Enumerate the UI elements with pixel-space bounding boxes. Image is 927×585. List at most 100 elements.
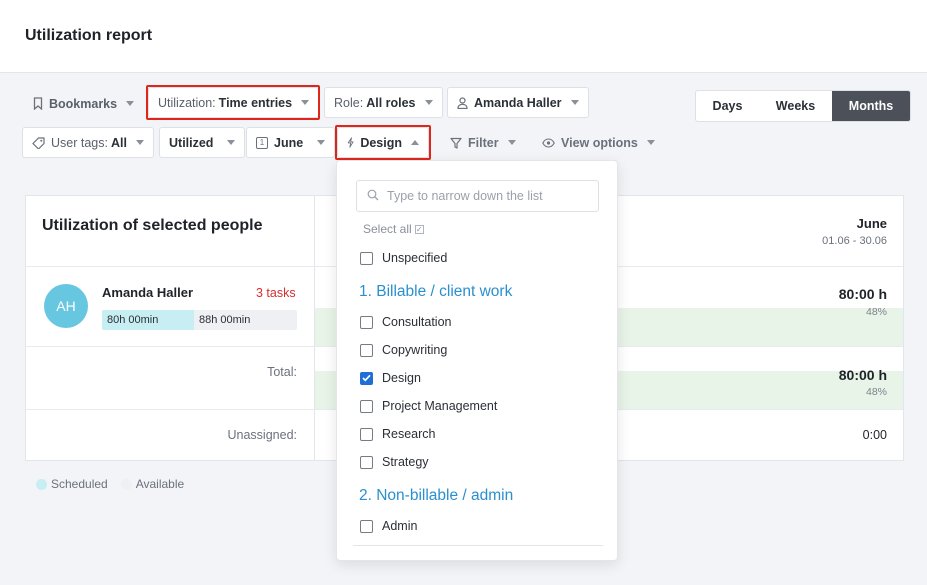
scheduled-dot-icon: [36, 478, 47, 490]
eye-icon: [542, 137, 555, 148]
page-title: Utilization report: [25, 27, 153, 44]
available-dot-icon: [120, 478, 132, 490]
person-percent: 48%: [865, 306, 887, 318]
search-field[interactable]: [356, 180, 599, 212]
checkbox[interactable]: [360, 371, 373, 385]
range-days-button[interactable]: Days: [696, 91, 759, 121]
option-copywriting[interactable]: Copywriting: [360, 343, 447, 357]
legend-scheduled: Scheduled: [36, 477, 108, 491]
chevron-down-icon: [646, 140, 655, 145]
option-strategy[interactable]: Strategy: [360, 455, 429, 469]
unassigned-label: Unassigned:: [227, 428, 298, 442]
card-title: Utilization of selected people: [42, 217, 263, 234]
role-dropdown[interactable]: Role: All roles: [324, 87, 443, 118]
tag-icon: [32, 136, 45, 149]
bookmark-icon: [33, 97, 43, 110]
page-header: Utilization report: [0, 0, 927, 73]
checkbox[interactable]: [360, 251, 373, 265]
month-value: June: [274, 135, 304, 150]
option-admin[interactable]: Admin: [360, 519, 417, 533]
option-research[interactable]: Research: [360, 427, 436, 441]
chevron-down-icon: [227, 140, 236, 145]
utilization-dropdown[interactable]: Utilization: Time entries: [148, 87, 320, 118]
checkbox[interactable]: [360, 519, 373, 533]
option-unspecified[interactable]: Unspecified: [360, 251, 447, 265]
option-label: Copywriting: [382, 343, 448, 357]
option-label: Design: [382, 371, 421, 385]
user-tags-label: User tags:: [51, 135, 108, 150]
range-months-button[interactable]: Months: [832, 91, 910, 121]
bookmarks-button[interactable]: Bookmarks: [23, 88, 144, 119]
design-dropdown[interactable]: Design: [337, 127, 429, 158]
chevron-down-icon: [570, 100, 579, 105]
person-name[interactable]: Amanda Haller: [102, 285, 193, 300]
check-icon: ✓: [414, 224, 424, 234]
month-range: 01.06 - 30.06: [822, 235, 887, 247]
utilization-value: Time entries: [218, 95, 293, 110]
range-weeks-button[interactable]: Weeks: [759, 91, 832, 121]
available-hours: 88h 00min: [199, 314, 251, 326]
legend-available-label: Available: [135, 477, 185, 491]
person-hours: 80:00 h: [838, 286, 887, 302]
user-tags-value: All: [110, 135, 127, 150]
utilized-value: Utilized: [169, 135, 214, 150]
bookmarks-label: Bookmarks: [49, 96, 118, 111]
total-percent: 48%: [865, 386, 887, 398]
option-label: Strategy: [382, 455, 429, 469]
utilized-dropdown[interactable]: Utilized: [159, 127, 246, 158]
check-icon: [362, 374, 371, 382]
chevron-down-icon: [301, 100, 310, 105]
avatar: AH: [44, 284, 88, 328]
design-value: Design: [360, 135, 402, 150]
role-label: Role:: [334, 95, 364, 110]
user-tags-dropdown[interactable]: User tags: All: [22, 127, 154, 158]
unassigned-hours: 0:00: [862, 428, 887, 442]
user-icon: [457, 96, 468, 109]
chevron-down-icon: [424, 100, 433, 105]
option-consultation[interactable]: Consultation: [360, 315, 452, 329]
option-label: Consultation: [382, 315, 452, 329]
select-all-label: Select all: [363, 222, 412, 236]
checkbox[interactable]: [360, 455, 373, 469]
design-dropdown-panel: Select all ✓ Unspecified 1. Billable / c…: [336, 160, 618, 561]
checkbox[interactable]: [360, 343, 373, 357]
legend: Scheduled Available: [36, 477, 197, 491]
calendar-icon: 1: [256, 136, 268, 149]
option-label: Research: [382, 427, 436, 441]
dropdown-divider: [353, 545, 603, 546]
total-hours: 80:00 h: [838, 367, 887, 383]
option-label: Project Management: [382, 399, 498, 413]
scheduled-hours: 80h 00min: [107, 314, 159, 326]
legend-scheduled-label: Scheduled: [51, 477, 108, 491]
select-all[interactable]: Select all ✓: [363, 222, 424, 236]
checkbox[interactable]: [360, 315, 373, 329]
chevron-down-icon: [507, 140, 516, 145]
checkbox[interactable]: [360, 399, 373, 413]
filter-icon: [450, 137, 462, 149]
option-design[interactable]: Design: [360, 371, 421, 385]
view-options-label: View options: [561, 135, 638, 150]
task-count[interactable]: 3 tasks: [256, 286, 296, 300]
search-input[interactable]: [387, 189, 587, 203]
month-header: June: [856, 216, 887, 231]
total-label: Total:: [267, 365, 297, 379]
person-value: Amanda Haller: [474, 95, 562, 110]
view-options-button[interactable]: View options: [532, 127, 665, 158]
checkbox[interactable]: [360, 427, 373, 441]
group-heading: 1. Billable / client work: [359, 283, 513, 300]
legend-available: Available: [120, 477, 185, 491]
month-dropdown[interactable]: 1 June: [246, 127, 336, 158]
filter-label: Filter: [468, 135, 499, 150]
option-label: Unspecified: [382, 251, 448, 265]
search-icon: [367, 189, 379, 201]
range-toggle: Days Weeks Months: [695, 90, 911, 122]
chevron-down-icon: [135, 140, 144, 145]
lightning-icon: [347, 137, 354, 148]
filter-button[interactable]: Filter: [440, 127, 526, 158]
capacity-bar: 80h 00min 88h 00min: [102, 310, 297, 330]
option-project-management[interactable]: Project Management: [360, 399, 497, 413]
chevron-down-icon: [126, 101, 135, 106]
chevron-up-icon: [411, 140, 419, 145]
person-dropdown[interactable]: Amanda Haller: [447, 87, 589, 118]
option-label: Admin: [382, 519, 418, 533]
